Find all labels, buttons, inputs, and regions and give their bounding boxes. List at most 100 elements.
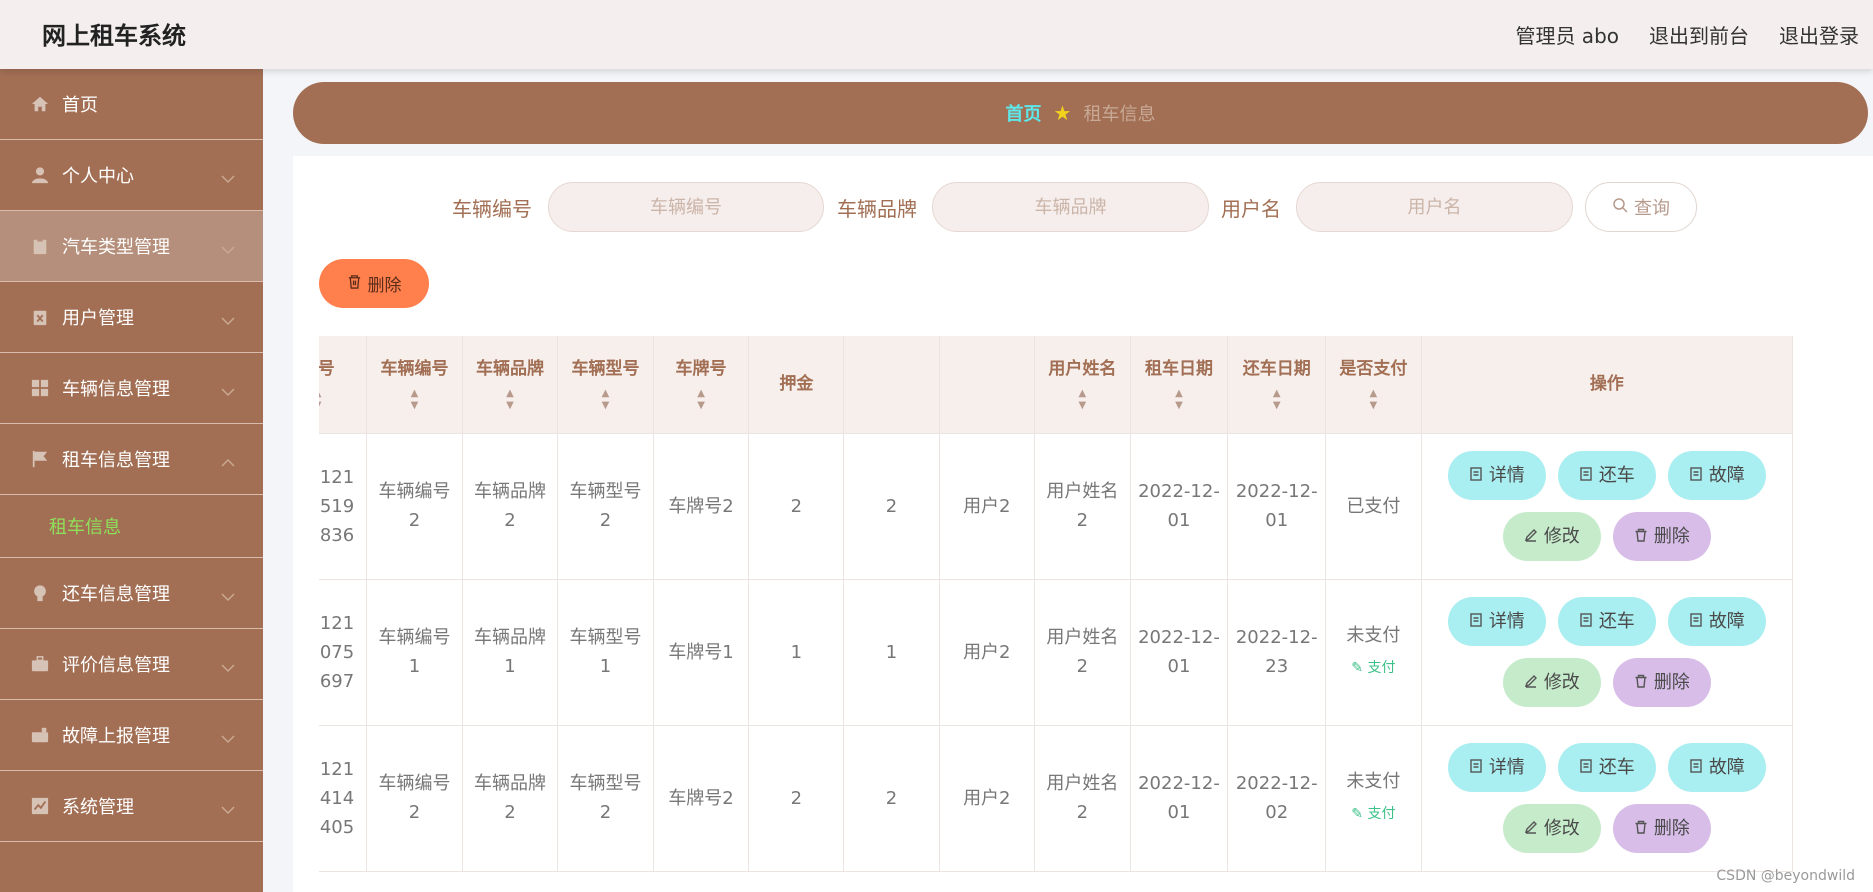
fault-button[interactable]: 故障 xyxy=(1667,451,1766,500)
username-label: 用户名 xyxy=(1221,197,1281,221)
trash-icon xyxy=(1634,522,1648,551)
batch-delete-button[interactable]: 删除 xyxy=(319,259,429,308)
cell-rent-date: 2022-12-01 xyxy=(1130,433,1229,580)
pay-link[interactable]: ✎ 支付 xyxy=(1332,654,1415,683)
sidebar-item-rentals[interactable]: 租车信息管理 xyxy=(0,424,263,495)
grid-icon xyxy=(30,378,50,398)
cell-name: 用户姓名2 xyxy=(1034,579,1131,726)
return-car-button[interactable]: 还车 xyxy=(1557,743,1656,792)
delete-row-button[interactable]: 删除 xyxy=(1612,512,1711,561)
breadcrumb-current: 租车信息 xyxy=(1083,104,1156,125)
logout-link[interactable]: 退出登录 xyxy=(1779,20,1859,49)
breadcrumb-home[interactable]: 首页 xyxy=(1006,100,1042,126)
star-icon: ★ xyxy=(1053,101,1072,125)
fault-button[interactable]: 故障 xyxy=(1667,743,1766,792)
return-car-button[interactable]: 还车 xyxy=(1557,451,1656,500)
detail-button[interactable]: 详情 xyxy=(1447,597,1546,646)
col-deposit[interactable]: 押金 xyxy=(748,336,845,434)
home-icon xyxy=(30,94,50,114)
sidebar-item-home[interactable]: 首页 xyxy=(0,69,263,140)
detail-button[interactable]: 详情 xyxy=(1447,451,1546,500)
top-header: 网上租车系统 管理员 abo 退出到前台 退出登录 xyxy=(0,0,1873,69)
username-input[interactable] xyxy=(1296,182,1573,232)
table-row: 2121 3519 2836车辆编号2车辆品牌2车辆型号2车牌号222用户2用户… xyxy=(319,433,1794,580)
edit-button-label: 修改 xyxy=(1543,672,1580,693)
sort-icon: ▲▼ xyxy=(319,388,366,412)
sidebar-item-profile[interactable]: 个人中心 xyxy=(0,140,263,211)
chevron-down-icon xyxy=(221,381,237,397)
return-car-button[interactable]: 还车 xyxy=(1557,597,1656,646)
sidebar-item-label: 故障上报管理 xyxy=(62,726,170,747)
cell-car-no: 车辆编号2 xyxy=(366,725,463,872)
table-row: 2121 5075 697车辆编号1车辆品牌1车辆型号1车牌号111用户2用户姓… xyxy=(319,579,1794,726)
sidebar-item-car-type[interactable]: 汽车类型管理 xyxy=(0,211,263,282)
cell-car-no: 车辆编号2 xyxy=(366,433,463,580)
detail-button[interactable]: 详情 xyxy=(1447,743,1546,792)
delete-row-button[interactable]: 删除 xyxy=(1612,804,1711,853)
delete-row-button[interactable]: 删除 xyxy=(1612,658,1711,707)
edit-button[interactable]: 修改 xyxy=(1502,804,1601,853)
sidebar-subitem-rental-info[interactable]: 租车信息 xyxy=(0,495,263,558)
col-model[interactable]: 车辆型号 ▲ ▼ xyxy=(557,336,654,434)
rental-table: 编号▲▼ 车辆编号▲▼ 车辆品牌▲▼ 车辆型号▲▼ 车牌号▲▼ 押金 用户姓名▲… xyxy=(319,336,1843,892)
cell-actions: 详情 还车 故障修改 删除 xyxy=(1421,433,1794,580)
brand-input[interactable] xyxy=(932,182,1209,232)
briefcase-icon xyxy=(30,654,50,674)
table-body: 2121 3519 2836车辆编号2车辆品牌2车辆型号2车牌号222用户2用户… xyxy=(319,433,1794,872)
col-car-no[interactable]: 车辆编号 ▲ ▼ xyxy=(366,336,463,434)
sort-icon: ▲▼ xyxy=(1272,388,1281,412)
return-car-button-label: 还车 xyxy=(1598,465,1635,486)
pay-link[interactable]: ✎ 支付 xyxy=(1332,800,1415,829)
watermark: CSDN @beyondwild xyxy=(1716,868,1855,884)
cell-deposit: 2 xyxy=(748,433,845,580)
cell-model: 车辆型号1 xyxy=(557,579,654,726)
user-icon xyxy=(30,165,50,185)
toolbox-icon xyxy=(30,725,50,745)
return-car-button-label: 还车 xyxy=(1598,611,1635,632)
cell-user: 用户2 xyxy=(939,579,1036,726)
chart-icon xyxy=(30,796,50,816)
col-brand[interactable]: 车辆品牌 ▲ ▼ xyxy=(462,336,559,434)
back-to-front-link[interactable]: 退出到前台 xyxy=(1649,20,1749,49)
paid-status: 未支付 xyxy=(1346,625,1401,646)
col-id[interactable]: 编号▲▼ xyxy=(319,336,368,434)
col-rent-date[interactable]: 租车日期 ▲ ▼ xyxy=(1130,336,1229,434)
document-icon xyxy=(1469,753,1483,782)
sidebar-item-system[interactable]: 系统管理 xyxy=(0,771,263,842)
sidebar-item-users[interactable]: 用户管理 xyxy=(0,282,263,353)
col-name[interactable]: 用户姓名 ▲ ▼ xyxy=(1034,336,1131,434)
sidebar-item-label: 汽车类型管理 xyxy=(62,237,170,258)
sidebar-item-faults[interactable]: 故障上报管理 xyxy=(0,700,263,771)
sidebar-item-reviews[interactable]: 评价信息管理 xyxy=(0,629,263,700)
return-car-button-label: 还车 xyxy=(1598,757,1635,778)
pencil-icon xyxy=(1524,522,1538,551)
cell-model: 车辆型号2 xyxy=(557,725,654,872)
sidebar-item-vehicles[interactable]: 车辆信息管理 xyxy=(0,353,263,424)
cell-brand: 车辆品牌1 xyxy=(462,579,559,726)
pencil-icon xyxy=(1524,668,1538,697)
col-return-date[interactable]: 还车日期 ▲ ▼ xyxy=(1227,336,1327,434)
chevron-down-icon xyxy=(221,239,237,255)
query-button[interactable]: 查询 xyxy=(1585,182,1697,232)
cell-id: 2121 3519 2836 xyxy=(319,433,368,580)
cell-extra-1: 2 xyxy=(843,725,940,872)
edit-button-label: 修改 xyxy=(1543,526,1580,547)
col-paid[interactable]: 是否支付 ▲ ▼ xyxy=(1325,336,1422,434)
cell-return-date: 2022-12-01 xyxy=(1227,433,1327,580)
fault-button[interactable]: 故障 xyxy=(1667,597,1766,646)
edit-button[interactable]: 修改 xyxy=(1502,658,1601,707)
document-icon xyxy=(1689,607,1703,636)
sidebar-item-returns[interactable]: 还车信息管理 xyxy=(0,558,263,629)
chevron-down-icon xyxy=(221,586,237,602)
document-icon xyxy=(1579,607,1593,636)
cell-id: 2121 5075 697 xyxy=(319,579,368,726)
cell-model: 车辆型号2 xyxy=(557,433,654,580)
sidebar-item-label: 还车信息管理 xyxy=(62,584,170,605)
col-plate[interactable]: 车牌号 ▲ ▼ xyxy=(653,336,750,434)
cell-rent-date: 2022-12-01 xyxy=(1130,579,1229,726)
admin-user[interactable]: 管理员 abo xyxy=(1515,20,1619,49)
cell-return-date: 2022-12-02 xyxy=(1227,725,1327,872)
car-no-input[interactable] xyxy=(548,182,824,232)
edit-button[interactable]: 修改 xyxy=(1502,512,1601,561)
clipboard-icon xyxy=(30,236,50,256)
